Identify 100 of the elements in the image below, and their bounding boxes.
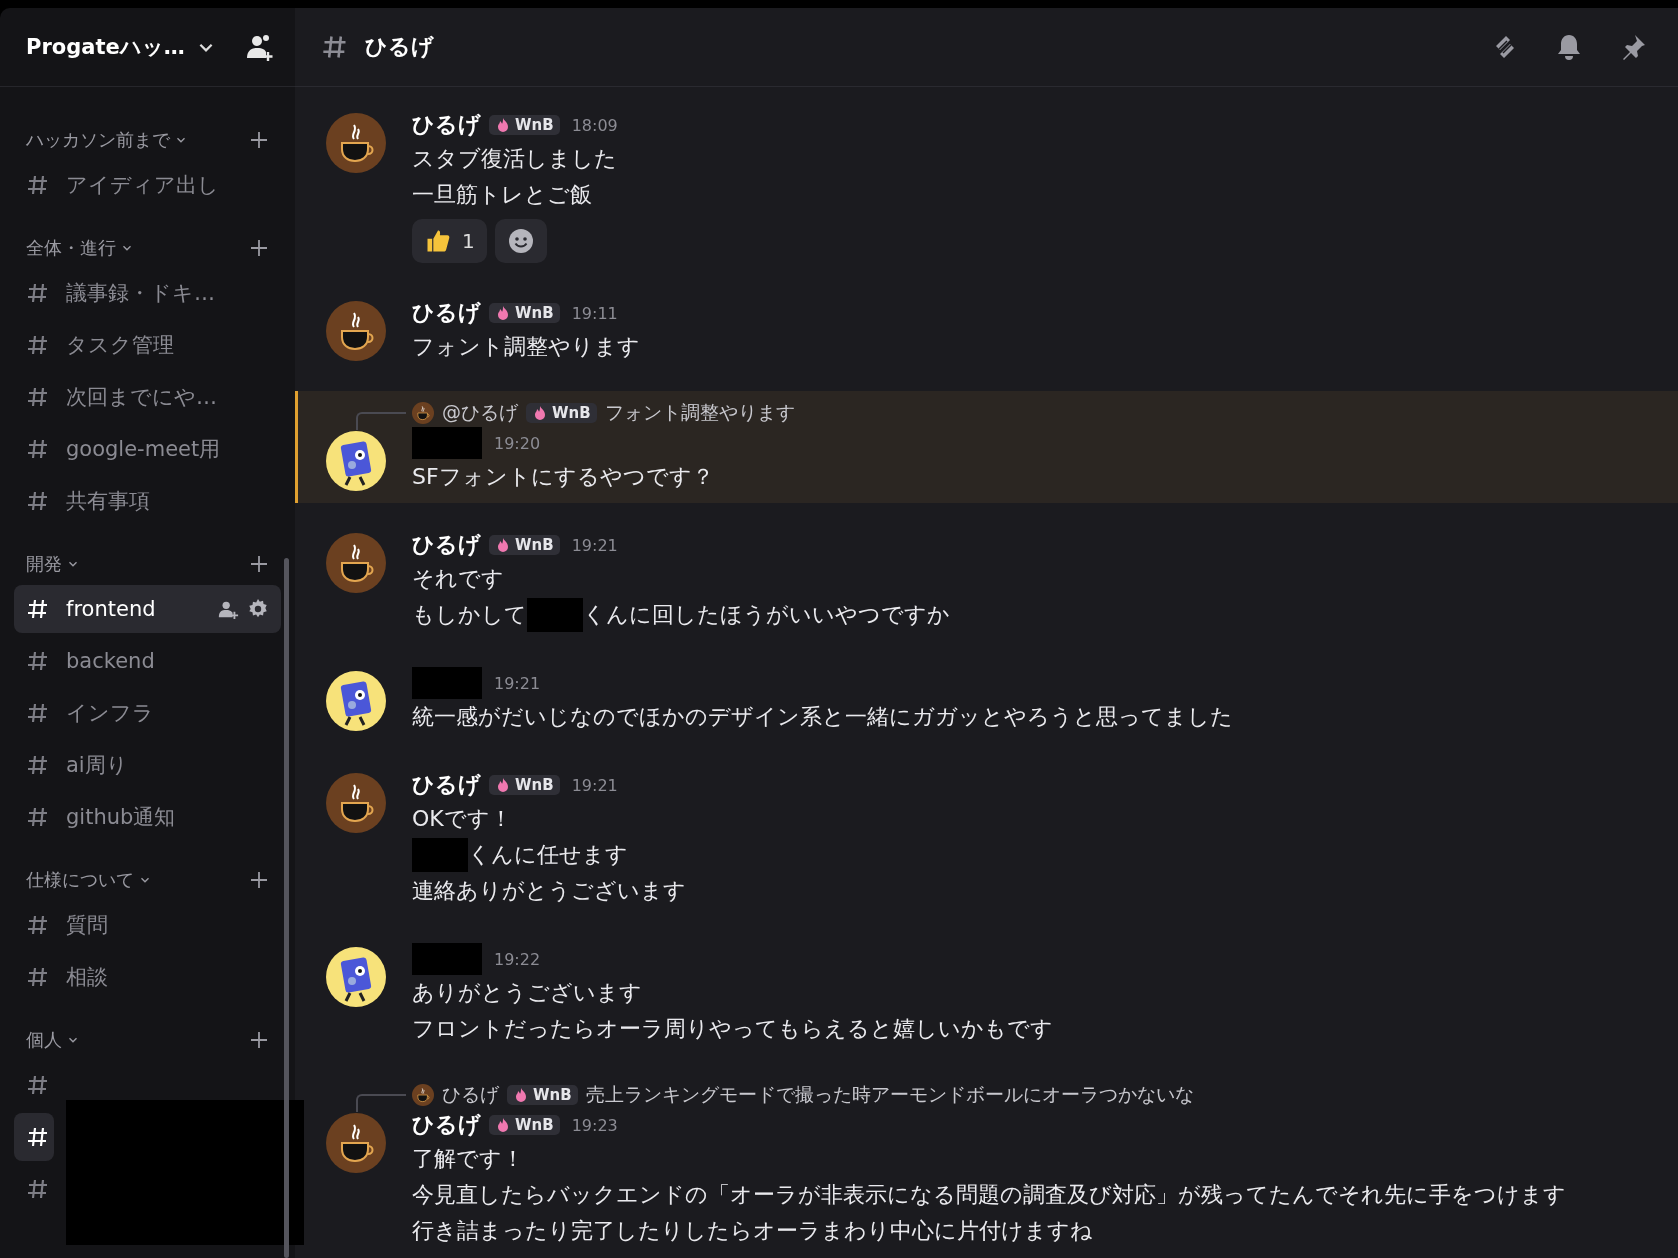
server-name[interactable]: Progateハッ…: [26, 33, 185, 61]
timestamp: 19:11: [571, 303, 618, 323]
channel-item[interactable]: 次回までにや…: [14, 373, 281, 421]
coffee-cup-avatar: [326, 301, 386, 361]
message-text: フロントだったらオーラ周りやってもらえると嬉しいかもです: [412, 1015, 1053, 1043]
hash-icon: [26, 489, 50, 513]
coffee-cup-avatar: [326, 773, 386, 833]
author-name[interactable]: ひるげ: [412, 530, 481, 560]
message-text: 今見直したらバックエンドの「オーラが非表示になる問題の調査及び対応」が残ってたんでそれ先に手をつけます: [412, 1181, 1566, 1209]
channel-item[interactable]: タスク管理: [14, 321, 281, 369]
settings-icon[interactable]: [247, 598, 269, 620]
author-name[interactable]: ひるげ: [412, 298, 481, 328]
robot-avatar: [326, 947, 386, 1007]
hash-icon: [26, 437, 50, 461]
category-label[interactable]: 全体・進行: [26, 236, 116, 260]
channel-item[interactable]: ai周り: [14, 741, 281, 789]
coffee-cup-avatar: [412, 402, 434, 424]
reaction-button[interactable]: 1: [412, 219, 487, 263]
channel-item[interactable]: github通知: [14, 793, 281, 841]
redaction-block: [412, 943, 482, 975]
flame-icon: [495, 305, 511, 321]
flame-icon: [513, 1087, 529, 1103]
channel-item[interactable]: 質問: [14, 901, 281, 949]
scrollbar[interactable]: [284, 558, 289, 1258]
category-label[interactable]: ハッカソン前まで: [26, 128, 170, 152]
message-text: くんに回したほうがいいやつですか: [583, 601, 950, 629]
channel-item[interactable]: frontend: [14, 585, 281, 633]
message-text: 行き詰まったり完了したりしたらオーラまわり中心に片付けますね: [412, 1217, 1093, 1245]
hash-icon: [26, 753, 50, 777]
hash-icon: [26, 965, 50, 989]
flame-icon: [495, 537, 511, 553]
timestamp: 19:23: [571, 1115, 618, 1135]
channel-item[interactable]: 相談: [14, 953, 281, 1001]
role-badge: WnB: [526, 403, 597, 423]
message-text: それです: [412, 565, 504, 593]
flame-icon: [495, 1117, 511, 1133]
channel-item[interactable]: [14, 1113, 54, 1161]
hash-icon: [26, 805, 50, 829]
hash-icon: [26, 1073, 50, 1097]
author-name[interactable]: ひるげ: [412, 110, 481, 140]
hash-icon: [26, 597, 50, 621]
redaction-block: [412, 427, 482, 459]
channel-item[interactable]: backend: [14, 637, 281, 685]
message-text: くんに任せます: [468, 841, 628, 869]
reply-connector-line: [356, 1094, 406, 1112]
coffee-cup-avatar: [412, 1084, 434, 1106]
category-label[interactable]: 仕様について: [26, 868, 134, 892]
hash-icon: [26, 385, 50, 409]
reply-text[interactable]: 売上ランキングモードで撮った時アーモンドボールにオーラつかないな: [585, 1082, 1194, 1108]
flame-icon: [532, 405, 548, 421]
message-text: フォント調整やります: [412, 333, 640, 361]
add-channel-icon[interactable]: [249, 238, 269, 258]
message-text: 連絡ありがとうございます: [412, 877, 686, 905]
timestamp: 19:21: [571, 775, 618, 795]
message-text: スタブ復活しました: [412, 145, 617, 173]
hash-icon: [26, 913, 50, 937]
channel-item[interactable]: 議事録・ドキ…: [14, 269, 281, 317]
hash-icon: [26, 333, 50, 357]
category-label[interactable]: 開発: [26, 552, 62, 576]
channel-item[interactable]: google-meet用: [14, 425, 281, 473]
flame-icon: [495, 117, 511, 133]
channel-item[interactable]: アイディア出し: [14, 161, 281, 209]
author-name[interactable]: ひるげ: [412, 770, 481, 800]
role-badge: WnB: [489, 115, 560, 135]
category-label[interactable]: 個人: [26, 1028, 62, 1052]
add-reaction-button[interactable]: [494, 219, 547, 263]
message-text: 一旦筋トレとご飯: [412, 181, 592, 209]
add-channel-icon[interactable]: [249, 1030, 269, 1050]
channel-item[interactable]: 共有事項: [14, 477, 281, 525]
reply-connector-line: [356, 412, 406, 430]
timestamp: 19:21: [571, 535, 618, 555]
role-badge: WnB: [507, 1085, 578, 1105]
robot-avatar: [326, 431, 386, 491]
message-text: OKです！: [412, 805, 512, 833]
coffee-cup-avatar: [326, 113, 386, 173]
redaction-block: [412, 667, 482, 699]
reply-author[interactable]: @ひるげ: [442, 400, 518, 426]
hash-icon: [26, 173, 50, 197]
timestamp: 19:21: [494, 673, 541, 693]
message-text: ありがとうございます: [412, 979, 642, 1007]
timestamp: 18:09: [571, 115, 618, 135]
robot-avatar: [326, 671, 386, 731]
add-channel-icon[interactable]: [249, 554, 269, 574]
reply-text[interactable]: フォント調整やります: [604, 400, 795, 426]
coffee-cup-avatar: [326, 1113, 386, 1173]
timestamp: 19:20: [494, 433, 541, 453]
add-channel-icon[interactable]: [249, 870, 269, 890]
message-text: もしかして: [412, 601, 527, 629]
add-channel-icon[interactable]: [249, 130, 269, 150]
add-member-icon[interactable]: [245, 32, 275, 62]
hash-icon: [26, 701, 50, 725]
message-text: 了解です！: [412, 1145, 524, 1173]
author-name[interactable]: ひるげ: [412, 1110, 481, 1140]
channel-item[interactable]: インフラ: [14, 689, 281, 737]
reply-author[interactable]: ひるげ: [442, 1082, 499, 1108]
message-text: 統一感がだいじなのでほかのデザイン系と一緒にガガッとやろうと思ってました: [412, 703, 1233, 731]
message-text: SFフォントにするやつです？: [412, 463, 714, 491]
hash-icon: [26, 649, 50, 673]
channel-title: ひるげ: [365, 33, 434, 61]
timestamp: 19:22: [494, 949, 541, 969]
